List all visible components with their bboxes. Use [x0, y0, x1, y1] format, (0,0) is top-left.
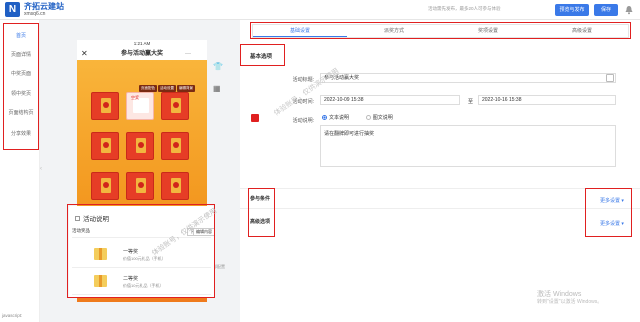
divider — [240, 208, 640, 209]
divider — [240, 188, 640, 189]
highlight-basic-section — [240, 44, 285, 66]
page-color-button[interactable]: 页面配色 — [139, 85, 157, 92]
red-packet-tile[interactable] — [161, 132, 189, 160]
activity-settings-button[interactable]: 活动设置 — [158, 85, 176, 92]
time-separator: 至 — [468, 99, 474, 105]
phone-status-bar: 1:21 AM — [133, 41, 151, 46]
shirt-icon[interactable]: 👕 — [213, 62, 223, 72]
description-type-radios: 文本说明 图文说明 — [322, 114, 393, 121]
red-packet-tile[interactable] — [161, 172, 189, 200]
red-packet-tile[interactable] — [91, 132, 119, 160]
more-dots-icon[interactable]: ··· — [185, 49, 191, 59]
highlight-sidebar — [3, 23, 39, 150]
highlight-left-sections — [248, 188, 275, 237]
settings-panel: 基础设置 派奖方式 奖项设置 高级设置 基本选项 活动标题: 参与活动赢大奖 活… — [240, 20, 640, 322]
close-icon[interactable]: ✕ — [81, 48, 88, 60]
calendar-icon[interactable] — [606, 74, 614, 82]
prize-center-tile[interactable]: 空奖 — [126, 92, 154, 120]
notice-text: 活动需先发布，最多20人可参与体验 — [428, 6, 501, 11]
bell-icon[interactable] — [624, 5, 634, 15]
title-label: 活动标题: — [292, 77, 314, 83]
save-button[interactable]: 保存 — [594, 4, 618, 16]
required-marker — [251, 114, 259, 122]
grid-icon[interactable]: ▦ — [213, 84, 223, 94]
preview-publish-button[interactable]: 预览与发布 — [555, 4, 589, 16]
highlight-description — [67, 204, 215, 298]
radio-image-label: 图文说明 — [372, 115, 393, 121]
windows-activation-text: 转到"设置"以激活 Windows。 — [537, 299, 603, 305]
red-packet-tile[interactable] — [126, 132, 154, 160]
red-packet-tile[interactable] — [161, 92, 189, 120]
status-url: javascript: — [2, 313, 23, 318]
description-textarea[interactable]: 请在翻牌即可进行抽奖 — [320, 125, 616, 167]
radio-text-label: 文本说明 — [329, 115, 350, 121]
end-time-input[interactable]: 2022-10-16 15:38 — [478, 95, 616, 105]
top-bar: N 齐拓云建站 xmsq6.cn 活动需先发布，最多20人可参与体验 预览与发布… — [0, 0, 640, 20]
radio-text[interactable] — [322, 115, 327, 121]
red-packet-tile[interactable] — [126, 172, 154, 200]
brand-domain: xmsq6.cn — [24, 11, 46, 17]
highlight-tabs — [250, 22, 631, 39]
radio-image[interactable] — [365, 115, 371, 121]
brand-name: 齐拓云建站 — [24, 2, 64, 11]
edit-background-button[interactable]: 编辑背景 — [177, 85, 195, 92]
collapse-chevron-icon[interactable]: ‹ — [40, 166, 46, 180]
red-packet-tile[interactable] — [91, 172, 119, 200]
brand-logo: N — [5, 2, 20, 17]
description-label: 活动说明: — [292, 118, 314, 124]
center-tile-text: 空奖 — [131, 95, 139, 100]
red-packet-tile[interactable] — [91, 92, 119, 120]
highlight-more-settings — [585, 188, 632, 237]
start-time-input[interactable]: 2022-10-09 15:38 — [320, 95, 460, 105]
title-input[interactable]: 参与活动赢大奖 — [320, 73, 616, 83]
